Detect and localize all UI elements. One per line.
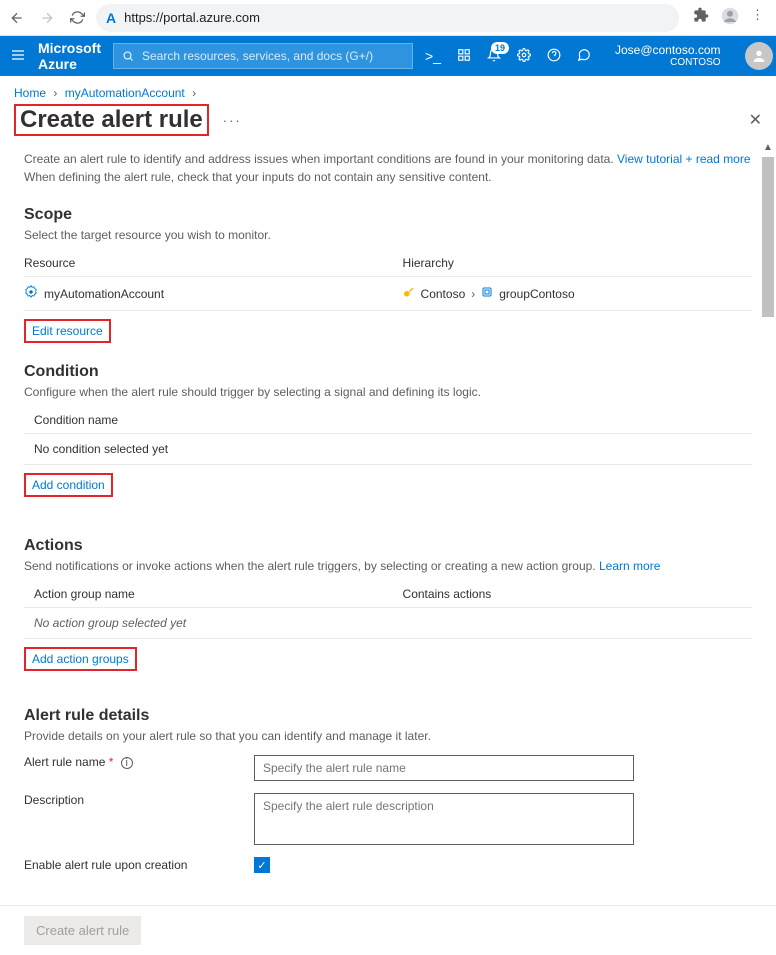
rule-name-input[interactable] xyxy=(254,755,634,781)
help-icon[interactable] xyxy=(547,48,561,65)
automation-account-icon xyxy=(24,285,38,302)
breadcrumb: Home › myAutomationAccount › xyxy=(0,76,776,104)
azure-logo-icon: A xyxy=(106,10,116,26)
scope-row: myAutomationAccount Contoso › groupConto… xyxy=(24,277,752,311)
details-heading: Alert rule details xyxy=(24,707,752,725)
close-icon[interactable]: ✕ xyxy=(749,110,762,130)
page-description: Create an alert rule to identify and add… xyxy=(24,150,752,186)
settings-icon[interactable] xyxy=(517,48,531,65)
feedback-icon[interactable] xyxy=(577,48,591,65)
actions-empty-row: No action group selected yet xyxy=(24,608,752,639)
page-title: Create alert rule xyxy=(14,104,209,136)
actions-table-header: Action group name Contains actions xyxy=(24,581,752,608)
chrome-menu-icon[interactable]: ⋮ xyxy=(751,7,764,28)
add-condition-link[interactable]: Add condition xyxy=(24,473,113,497)
info-icon[interactable]: i xyxy=(121,757,133,769)
back-button[interactable] xyxy=(6,7,28,29)
col-hierarchy: Hierarchy xyxy=(403,256,752,270)
enable-checkbox[interactable]: ✓ xyxy=(254,857,270,873)
resource-group-icon xyxy=(481,286,493,301)
scope-table-header: Resource Hierarchy xyxy=(24,250,752,277)
description-input[interactable] xyxy=(254,793,634,845)
extensions-icon[interactable] xyxy=(693,7,709,28)
cloud-shell-icon[interactable]: >_ xyxy=(425,48,441,64)
col-action-group: Action group name xyxy=(24,587,403,601)
condition-empty-text: No condition selected yet xyxy=(24,442,403,456)
actions-learn-more-link[interactable]: Learn more xyxy=(599,559,660,573)
breadcrumb-home[interactable]: Home xyxy=(14,86,46,100)
col-contains-actions: Contains actions xyxy=(403,587,752,601)
forward-button[interactable] xyxy=(36,7,58,29)
user-tenant: CONTOSO xyxy=(615,57,721,68)
condition-empty-row: No condition selected yet xyxy=(24,434,752,465)
actions-empty-text: No action group selected yet xyxy=(24,616,403,630)
key-icon xyxy=(403,286,415,301)
condition-table-header: Condition name xyxy=(24,407,752,434)
tutorial-link[interactable]: View tutorial + read more xyxy=(617,152,751,166)
condition-subtext: Configure when the alert rule should tri… xyxy=(24,385,752,399)
actions-subtext: Send notifications or invoke actions whe… xyxy=(24,559,752,573)
search-input[interactable] xyxy=(140,48,404,64)
portal-header: Microsoft Azure >_ Jose@contoso.com CONT… xyxy=(0,36,776,76)
edit-resource-link[interactable]: Edit resource xyxy=(24,319,111,343)
hamburger-menu-icon[interactable] xyxy=(10,47,26,66)
footer: Create alert rule xyxy=(0,905,776,955)
user-email: Jose@contoso.com xyxy=(615,44,721,57)
page-header: Create alert rule ··· ✕ xyxy=(0,104,776,142)
resource-name: myAutomationAccount xyxy=(44,287,164,301)
url-bar[interactable]: A https://portal.azure.com xyxy=(96,4,679,32)
condition-heading: Condition xyxy=(24,363,752,381)
add-action-groups-link[interactable]: Add action groups xyxy=(24,647,137,671)
profile-icon[interactable] xyxy=(721,7,739,28)
scrollbar[interactable]: ▲ xyxy=(762,142,774,905)
portal-brand: Microsoft Azure xyxy=(38,40,101,72)
global-search[interactable] xyxy=(113,43,413,69)
details-subtext: Provide details on your alert rule so th… xyxy=(24,729,752,743)
create-alert-rule-button[interactable]: Create alert rule xyxy=(24,916,141,945)
content-area: Create an alert rule to identify and add… xyxy=(0,142,776,905)
actions-heading: Actions xyxy=(24,537,752,555)
col-resource: Resource xyxy=(24,256,403,270)
chevron-right-icon: › xyxy=(471,287,475,301)
url-text: https://portal.azure.com xyxy=(124,10,260,25)
reload-button[interactable] xyxy=(66,7,88,29)
scope-heading: Scope xyxy=(24,206,752,224)
browser-chrome: A https://portal.azure.com ⋮ xyxy=(0,0,776,36)
breadcrumb-account[interactable]: myAutomationAccount xyxy=(65,86,185,100)
description-label: Description xyxy=(24,793,254,807)
chevron-right-icon: › xyxy=(53,86,57,100)
scroll-thumb[interactable] xyxy=(762,157,774,317)
col-condition-name: Condition name xyxy=(24,413,403,427)
page-more-menu[interactable]: ··· xyxy=(223,113,242,128)
chevron-right-icon: › xyxy=(192,86,196,100)
hierarchy-group: groupContoso xyxy=(499,287,574,301)
directories-icon[interactable] xyxy=(457,48,471,65)
notifications-icon[interactable] xyxy=(487,48,501,65)
rule-name-label: Alert rule name * i xyxy=(24,755,254,769)
hierarchy-tenant: Contoso xyxy=(421,287,466,301)
scroll-up-icon[interactable]: ▲ xyxy=(763,142,773,153)
avatar[interactable] xyxy=(745,42,773,70)
enable-label: Enable alert rule upon creation xyxy=(24,858,254,872)
scope-subtext: Select the target resource you wish to m… xyxy=(24,228,752,242)
user-account[interactable]: Jose@contoso.com CONTOSO xyxy=(615,44,721,68)
